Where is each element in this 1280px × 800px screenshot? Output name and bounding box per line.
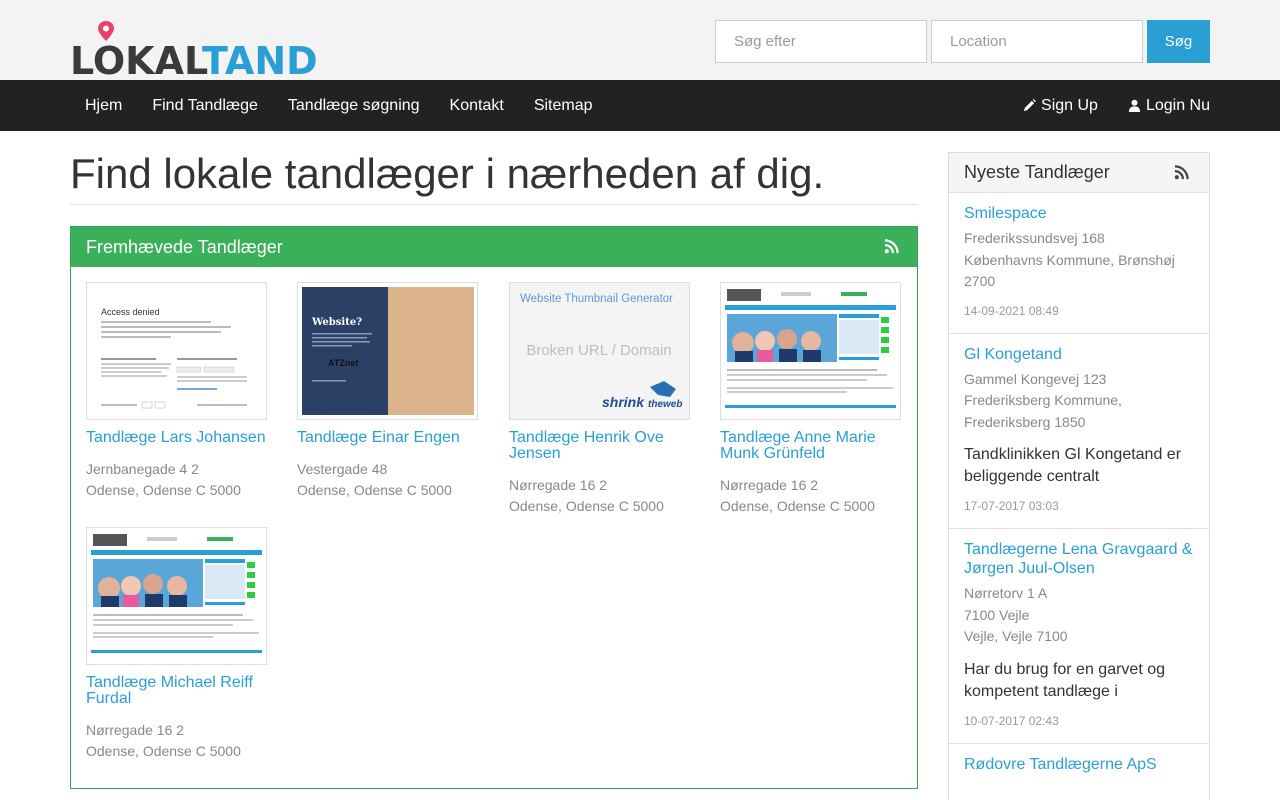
clinic-website-thumbnail-image [87,528,266,664]
featured-card-title[interactable]: Tandlæge Anne Marie Munk Grünfeld [720,430,902,462]
clinic-website-thumbnail-image [721,283,900,419]
rss-icon[interactable] [884,239,899,254]
address-line: Nørretorv 1 A [964,585,1048,601]
featured-card[interactable]: Access denied Tandlæge Lars Johansen Jer… [86,282,268,501]
address-line: Odense, Odense C 5000 [297,482,452,498]
website-thumbnail[interactable] [86,527,267,665]
address-line: Nørregade 16 2 [509,477,608,493]
featured-card-address: Nørregade 16 2 Odense, Odense C 5000 [509,475,691,517]
sidebar-item-description: Tandklinikken Gl Kongetand er beliggende… [964,446,1182,485]
address-line: Nørregade 16 2 [720,477,819,493]
login-label: Login Nu [1145,97,1210,114]
sidebar-item-title[interactable]: Rødovre Tandlægerne ApS [964,756,1157,773]
thumb-text-broken-url: Broken URL / Domain [526,342,671,359]
thumb-text-theweb: theweb [648,399,682,410]
nav-item-find-dentist[interactable]: Find Tandlæge [137,80,273,131]
location-input[interactable] [931,20,1143,63]
sidebar-title: Nyeste Tandlæger [964,162,1110,182]
address-line: Vestergade 48 [297,461,388,477]
sidebar-item-date: 14-09-2021 08:49 [964,303,1059,318]
website-placeholder-thumbnail-image: Website? ATZnet [298,283,477,419]
sign-up-link[interactable]: Sign Up [993,80,1098,131]
featured-card[interactable]: Tandlæge Michael Reiff Furdal Nørregade … [86,527,268,762]
featured-card-title[interactable]: Tandlæge Michael Reiff Furdal [86,675,268,707]
address-line: Odense, Odense C 5000 [509,498,664,514]
list-item: Rødovre Tandlægerne ApS [949,744,1209,788]
address-line: Vejle, Vejle 7100 [964,628,1068,644]
sidebar-item-title[interactable]: Smilespace [964,205,1047,222]
featured-card[interactable]: Tandlæge Anne Marie Munk Grünfeld Nørreg… [720,282,902,517]
pencil-icon [1023,99,1037,112]
featured-panel-title: Fremhævede Tandlæger [86,237,283,257]
sidebar-item-date: 17-07-2017 03:03 [964,499,1059,513]
featured-card-title[interactable]: Tandlæge Henrik Ove Jensen [509,430,691,462]
rss-icon[interactable] [1174,165,1189,180]
list-item: Gl Kongetand Gammel Kongevej 123 Frederi… [949,334,1209,529]
list-item: Tandlægerne Lena Gravgaard & Jørgen Juul… [949,529,1209,744]
sidebar-item-title[interactable]: Gl Kongetand [964,346,1062,363]
nav-item-home[interactable]: Hjem [70,80,137,131]
list-item: Smilespace Frederikssundsvej 168 Københa… [949,193,1209,334]
thumb-text-atznet: ATZnet [328,358,358,368]
login-link[interactable]: Login Nu [1098,80,1210,131]
website-thumbnail[interactable]: Website Thumbnail Generator Broken URL /… [509,282,690,420]
featured-card[interactable]: Website Thumbnail Generator Broken URL /… [509,282,691,517]
website-thumbnail[interactable] [720,282,901,420]
main-navbar: Hjem Find Tandlæge Tandlæge søgning Kont… [0,80,1280,131]
featured-card-address: Vestergade 48 Odense, Odense C 5000 [297,459,479,501]
site-logo[interactable]: LOKALTAND [70,20,322,80]
address-line: 7100 Vejle [964,606,1030,623]
thumb-text-access-denied: Access denied [101,307,160,317]
logo-text-tand: TAND [201,39,318,83]
sidebar-item-title[interactable]: Tandlægerne Lena Gravgaard & Jørgen Juul… [964,541,1193,577]
sidebar-item-address: Nørretorv 1 A 7100 Vejle Vejle, Vejle 71… [964,583,1194,648]
sidebar-item-date: 10-07-2017 02:43 [964,713,1059,728]
thumb-text-generator: Website Thumbnail Generator [520,293,673,305]
title-divider [70,204,918,205]
address-line: Nørregade 16 2 [86,722,185,738]
access-denied-thumbnail-image: Access denied [87,283,266,419]
sidebar-item-description: Har du brug for en garvet og kompetent t… [964,660,1166,700]
featured-card-title[interactable]: Tandlæge Einar Engen [297,430,479,446]
featured-card[interactable]: Website? ATZnet Tandlæge Einar Engen Ves… [297,282,479,501]
address-line: Odense, Odense C 5000 [720,498,875,514]
logo-text-lokal: LOKAL [70,39,202,83]
search-button[interactable]: Søg [1147,20,1210,63]
nav-item-contact[interactable]: Kontakt [435,80,519,131]
featured-card-address: Nørregade 16 2 Odense, Odense C 5000 [720,475,902,517]
sidebar-heading: Nyeste Tandlæger [949,153,1209,193]
page-title: Find lokale tandlæger i nærheden af dig. [70,150,825,197]
featured-card-address: Jernbanegade 4 2 Odense, Odense C 5000 [86,459,268,501]
featured-card-title[interactable]: Tandlæge Lars Johansen [86,430,268,446]
address-line: Odense, Odense C 5000 [86,482,241,498]
sign-up-label: Sign Up [1041,97,1098,114]
sidebar-item-address: Frederikssundsvej 168 Københavns Kommune… [964,228,1194,293]
sidebar-item-address: Gammel Kongevej 123 Frederiksberg Kommun… [964,369,1194,434]
address-line: Frederikssundsvej 168 [964,230,1105,246]
newest-dentists-panel: Nyeste Tandlæger Smilespace Frederikssun… [948,152,1210,800]
featured-dentists-panel: Fremhævede Tandlæger Access denied Tandl… [70,226,918,789]
address-line: Københavns Kommune, Brønshøj [964,251,1175,268]
address-line: Gammel Kongevej 123 [964,370,1107,387]
thumb-text-shrink: shrink [602,394,645,410]
search-input[interactable] [715,20,927,63]
address-line: Frederiksberg Kommune, [964,392,1122,408]
address-line: Jernbanegade 4 2 [86,461,199,477]
featured-card-address: Nørregade 16 2 Odense, Odense C 5000 [86,720,268,762]
user-icon [1128,99,1141,112]
thumb-text-website: Website? [311,317,362,328]
broken-url-thumbnail-image: Website Thumbnail Generator Broken URL /… [510,283,689,419]
featured-panel-heading: Fremhævede Tandlæger [71,227,917,267]
address-line: Frederiksberg 1850 [964,413,1086,430]
nav-item-sitemap[interactable]: Sitemap [519,80,608,131]
nav-item-dentist-search[interactable]: Tandlæge søgning [273,80,435,131]
website-thumbnail[interactable]: Access denied [86,282,267,420]
header: LOKALTAND Søg [0,0,1280,80]
website-thumbnail[interactable]: Website? ATZnet [297,282,478,420]
address-line: Odense, Odense C 5000 [86,743,241,759]
address-line: 2700 [964,273,996,289]
